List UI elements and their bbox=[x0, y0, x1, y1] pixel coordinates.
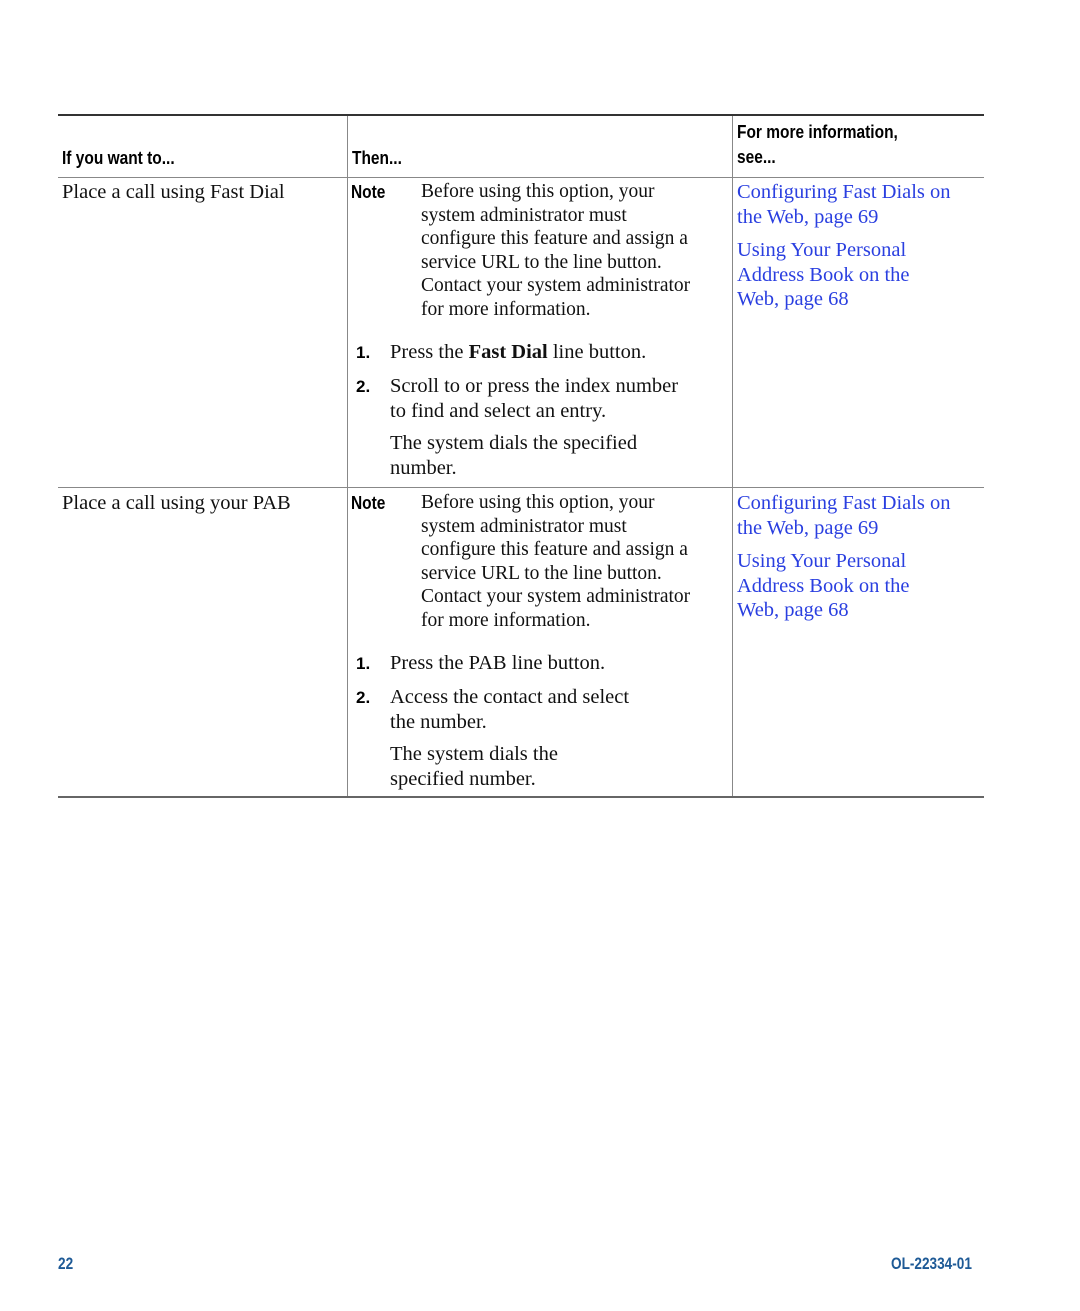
page-number: 22 bbox=[58, 1254, 74, 1273]
link-line[interactable]: Web, page 68 bbox=[737, 287, 951, 312]
link-line[interactable]: the Web, page 69 bbox=[737, 516, 951, 541]
table-header-row: If you want to... Then... For more infor… bbox=[58, 116, 984, 178]
note-line: system administrator must bbox=[421, 204, 627, 226]
step-text: Press the PAB line button. bbox=[390, 652, 606, 674]
note-line: for more information. bbox=[421, 298, 591, 320]
step-number: 1. bbox=[356, 343, 371, 362]
step-text: Access the contact and select the number… bbox=[390, 685, 629, 734]
step-text: Press the Fast Dial line button. bbox=[390, 340, 646, 365]
link-using-personal-address-book[interactable]: Using Your Personal Address Book on the … bbox=[737, 238, 951, 312]
header-if-you-want-to: If you want to... bbox=[62, 148, 175, 168]
note-line: service URL to the line button. bbox=[421, 251, 662, 273]
link-line[interactable]: Address Book on the bbox=[737, 263, 951, 288]
link-configuring-fast-dials[interactable]: Configuring Fast Dials on the Web, page … bbox=[737, 491, 951, 540]
header-more-info: For more information, see... bbox=[737, 120, 898, 170]
note-line: configure this feature and assign a bbox=[421, 539, 688, 560]
note-line: service URL to the line button. bbox=[421, 562, 662, 584]
table-bottom-rule bbox=[58, 796, 984, 798]
reference-links: Configuring Fast Dials on the Web, page … bbox=[737, 491, 951, 623]
note-line: Before using this option, your bbox=[421, 492, 655, 513]
link-line[interactable]: the Web, page 69 bbox=[737, 205, 951, 230]
document-id: OL-22334-01 bbox=[891, 1254, 972, 1273]
header-then: Then... bbox=[352, 148, 402, 168]
column-divider bbox=[347, 116, 348, 798]
note-text: Before using this option, your system ad… bbox=[421, 180, 690, 321]
header-more-info-line1: For more information, bbox=[737, 122, 898, 142]
step-result: The system dials the specified number. bbox=[390, 742, 558, 791]
note-line: Before using this option, your bbox=[421, 181, 655, 202]
note-text: Before using this option, your system ad… bbox=[421, 491, 690, 632]
note-line: for more information. bbox=[421, 609, 591, 631]
result-line: number. bbox=[390, 456, 457, 479]
row-divider bbox=[58, 487, 984, 488]
note-line: system administrator must bbox=[421, 515, 627, 537]
link-configuring-fast-dials[interactable]: Configuring Fast Dials on the Web, page … bbox=[737, 180, 951, 229]
link-line[interactable]: Address Book on the bbox=[737, 574, 951, 599]
link-line[interactable]: Configuring Fast Dials on bbox=[737, 180, 951, 205]
reference-links: Configuring Fast Dials on the Web, page … bbox=[737, 180, 951, 312]
link-line[interactable]: Configuring Fast Dials on bbox=[737, 491, 951, 516]
result-line: The system dials the bbox=[390, 743, 558, 765]
link-line[interactable]: Using Your Personal bbox=[737, 549, 951, 574]
link-line[interactable]: Using Your Personal bbox=[737, 238, 951, 263]
note-line: configure this feature and assign a bbox=[421, 228, 688, 249]
note-label: Note bbox=[351, 182, 386, 202]
step-text-part: line button. bbox=[547, 341, 647, 363]
header-more-info-line2: see... bbox=[737, 147, 776, 167]
result-line: specified number. bbox=[390, 767, 536, 790]
note-line: Contact your system administrator bbox=[421, 586, 691, 607]
note-line: Contact your system administrator bbox=[421, 275, 691, 296]
step-line: to find and select an entry. bbox=[390, 399, 607, 422]
step-number: 2. bbox=[356, 377, 371, 396]
row-action: Place a call using your PAB bbox=[62, 492, 291, 514]
column-divider bbox=[732, 116, 733, 798]
step-number: 1. bbox=[356, 654, 371, 673]
result-line: The system dials the specified bbox=[390, 432, 638, 454]
step-text-part: Press the bbox=[390, 341, 469, 363]
step-line: Access the contact and select bbox=[390, 686, 630, 708]
step-line: the number. bbox=[390, 710, 487, 733]
link-line[interactable]: Web, page 68 bbox=[737, 598, 951, 623]
note-label: Note bbox=[351, 493, 386, 513]
step-text: Scroll to or press the index number to f… bbox=[390, 374, 678, 423]
step-line: Scroll to or press the index number bbox=[390, 375, 679, 397]
document-page: If you want to... Then... For more infor… bbox=[0, 0, 1080, 1311]
step-result: The system dials the specified number. bbox=[390, 431, 637, 480]
row-action: Place a call using Fast Dial bbox=[62, 181, 285, 203]
link-using-personal-address-book[interactable]: Using Your Personal Address Book on the … bbox=[737, 549, 951, 623]
fast-dial-term: Fast Dial bbox=[468, 341, 548, 363]
step-number: 2. bbox=[356, 688, 371, 707]
